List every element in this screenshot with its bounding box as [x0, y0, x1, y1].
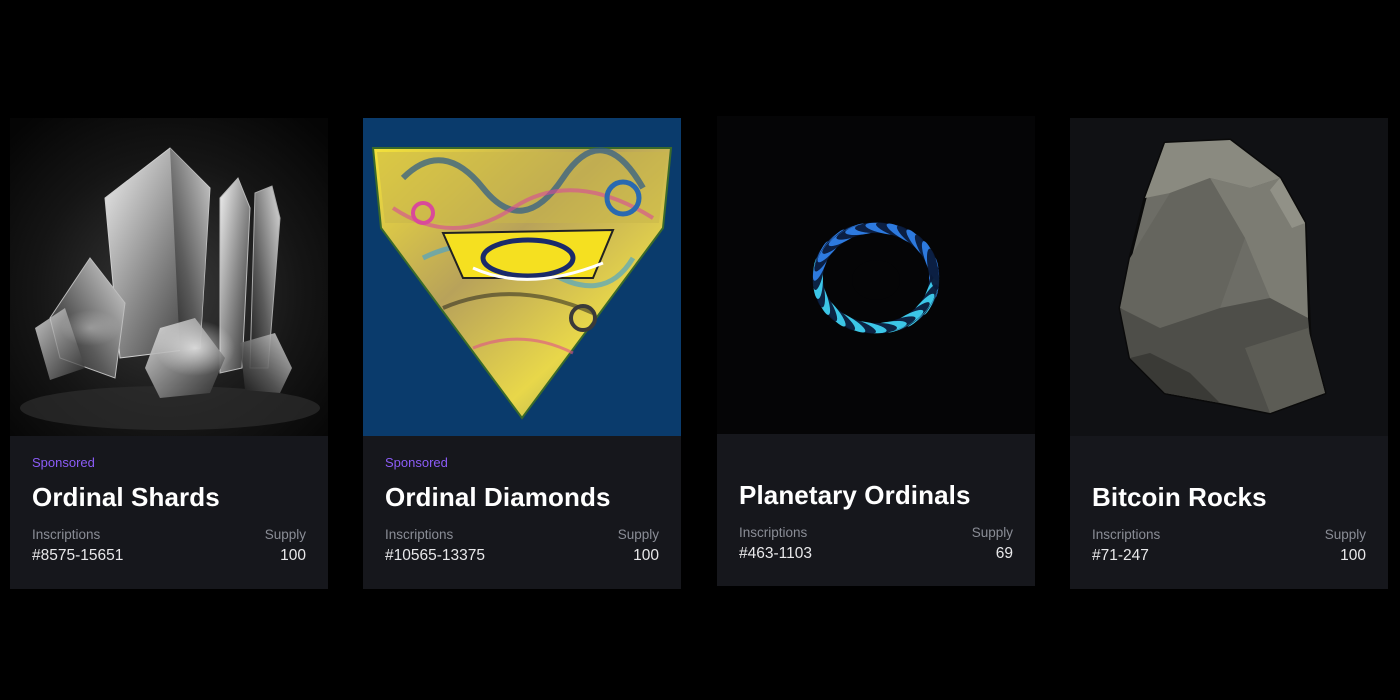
inscriptions-label: Inscriptions [32, 527, 101, 542]
inscriptions-label: Inscriptions [385, 527, 454, 542]
collection-title[interactable]: Bitcoin Rocks [1092, 482, 1267, 513]
collection-title[interactable]: Ordinal Diamonds [385, 482, 611, 513]
supply-label: Supply [617, 527, 659, 542]
supply-label: Supply [971, 525, 1013, 540]
grey-rock-image[interactable] [1070, 118, 1388, 436]
inscriptions-range: #8575-15651 [32, 547, 124, 564]
collection-gallery: Sponsored Ordinal Shards Inscriptions Su… [0, 0, 1400, 700]
blue-torus-image[interactable] [717, 116, 1035, 434]
collection-card-planetary-ordinals[interactable]: Planetary Ordinals Inscriptions Supply #… [717, 116, 1035, 586]
collection-title[interactable]: Ordinal Shards [32, 482, 220, 513]
collection-title[interactable]: Planetary Ordinals [739, 480, 971, 511]
torus-hole [852, 260, 900, 300]
inscriptions-label: Inscriptions [1092, 527, 1161, 542]
supply-value: 69 [995, 545, 1013, 562]
supply-value: 100 [1340, 547, 1366, 564]
inscriptions-label: Inscriptions [739, 525, 808, 540]
collection-card-ordinal-shards[interactable]: Sponsored Ordinal Shards Inscriptions Su… [10, 118, 328, 589]
sponsored-badge: Sponsored [385, 455, 448, 470]
crystal-shards-image[interactable] [10, 118, 328, 436]
card-info: Sponsored Ordinal Diamonds Inscriptions … [363, 436, 681, 589]
inscriptions-range: #71-247 [1092, 547, 1149, 564]
supply-value: 100 [280, 547, 306, 564]
supply-label: Supply [264, 527, 306, 542]
inscriptions-range: #10565-13375 [385, 547, 485, 564]
sponsored-badge: Sponsored [32, 455, 95, 470]
glitch-diamond-image[interactable] [363, 118, 681, 436]
card-info: Planetary Ordinals Inscriptions Supply #… [717, 434, 1035, 586]
card-info: Bitcoin Rocks Inscriptions Supply #71-24… [1070, 436, 1388, 589]
supply-label: Supply [1324, 527, 1366, 542]
inscriptions-range: #463-1103 [739, 545, 812, 562]
card-info: Sponsored Ordinal Shards Inscriptions Su… [10, 436, 328, 589]
collection-card-bitcoin-rocks[interactable]: Bitcoin Rocks Inscriptions Supply #71-24… [1070, 118, 1388, 589]
collection-card-ordinal-diamonds[interactable]: Sponsored Ordinal Diamonds Inscriptions … [363, 118, 681, 589]
supply-value: 100 [633, 547, 659, 564]
